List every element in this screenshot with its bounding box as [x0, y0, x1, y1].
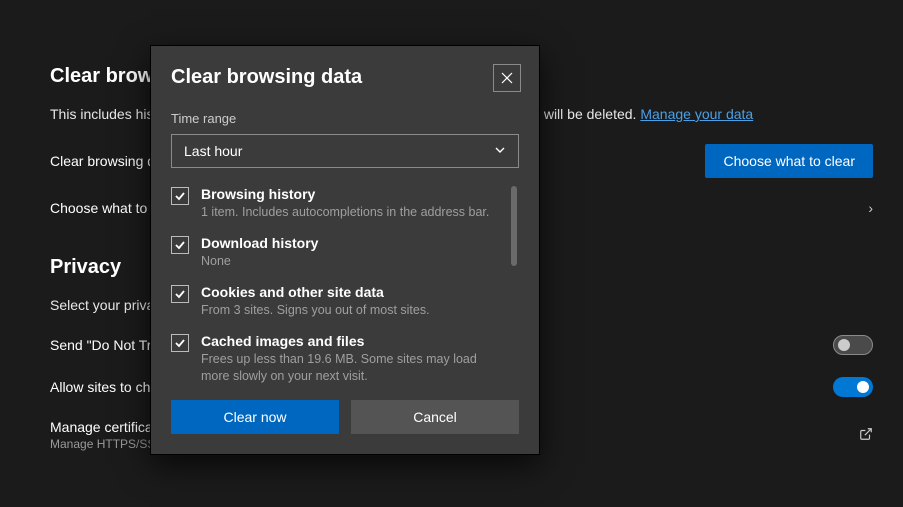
option-title: Download history: [201, 235, 318, 251]
checkbox-browsing-history[interactable]: [171, 187, 189, 205]
time-range-select[interactable]: Last hour: [171, 134, 519, 168]
checkbox-download-history[interactable]: [171, 236, 189, 254]
check-icon: [174, 288, 186, 300]
external-link-icon: [859, 427, 873, 444]
scrollbar[interactable]: [511, 186, 517, 266]
clear-now-button[interactable]: Clear now: [171, 400, 339, 434]
time-range-label: Time range: [171, 111, 519, 126]
choose-what-to-clear-button[interactable]: Choose what to clear: [705, 144, 873, 178]
clear-browsing-data-dialog: Clear browsing data Time range Last hour…: [150, 45, 540, 455]
option-title: Cookies and other site data: [201, 284, 430, 300]
time-range-value: Last hour: [184, 143, 242, 159]
checkbox-cached-files[interactable]: [171, 334, 189, 352]
dnt-toggle[interactable]: [833, 335, 873, 355]
option-sub: 1 item. Includes autocompletions in the …: [201, 204, 489, 221]
option-cached-files: Cached images and files Frees up less th…: [171, 333, 505, 385]
option-sub: From 3 sites. Signs you out of most site…: [201, 302, 430, 319]
options-list: Browsing history 1 item. Includes autoco…: [171, 186, 519, 396]
chevron-right-icon: ›: [868, 200, 873, 216]
close-button[interactable]: [493, 64, 521, 92]
option-download-history: Download history None: [171, 235, 505, 270]
check-icon: [174, 337, 186, 349]
cancel-button[interactable]: Cancel: [351, 400, 519, 434]
option-title: Cached images and files: [201, 333, 505, 349]
dialog-title: Clear browsing data: [171, 66, 519, 89]
option-cookies: Cookies and other site data From 3 sites…: [171, 284, 505, 319]
allow-sites-toggle[interactable]: [833, 377, 873, 397]
option-sub: Frees up less than 19.6 MB. Some sites m…: [201, 351, 505, 385]
option-title: Browsing history: [201, 186, 489, 202]
option-sub: None: [201, 253, 318, 270]
check-icon: [174, 190, 186, 202]
manage-your-data-link[interactable]: Manage your data: [640, 106, 753, 122]
close-icon: [501, 72, 513, 84]
check-icon: [174, 239, 186, 251]
chevron-down-icon: [494, 143, 506, 159]
checkbox-cookies[interactable]: [171, 285, 189, 303]
option-browsing-history: Browsing history 1 item. Includes autoco…: [171, 186, 505, 221]
